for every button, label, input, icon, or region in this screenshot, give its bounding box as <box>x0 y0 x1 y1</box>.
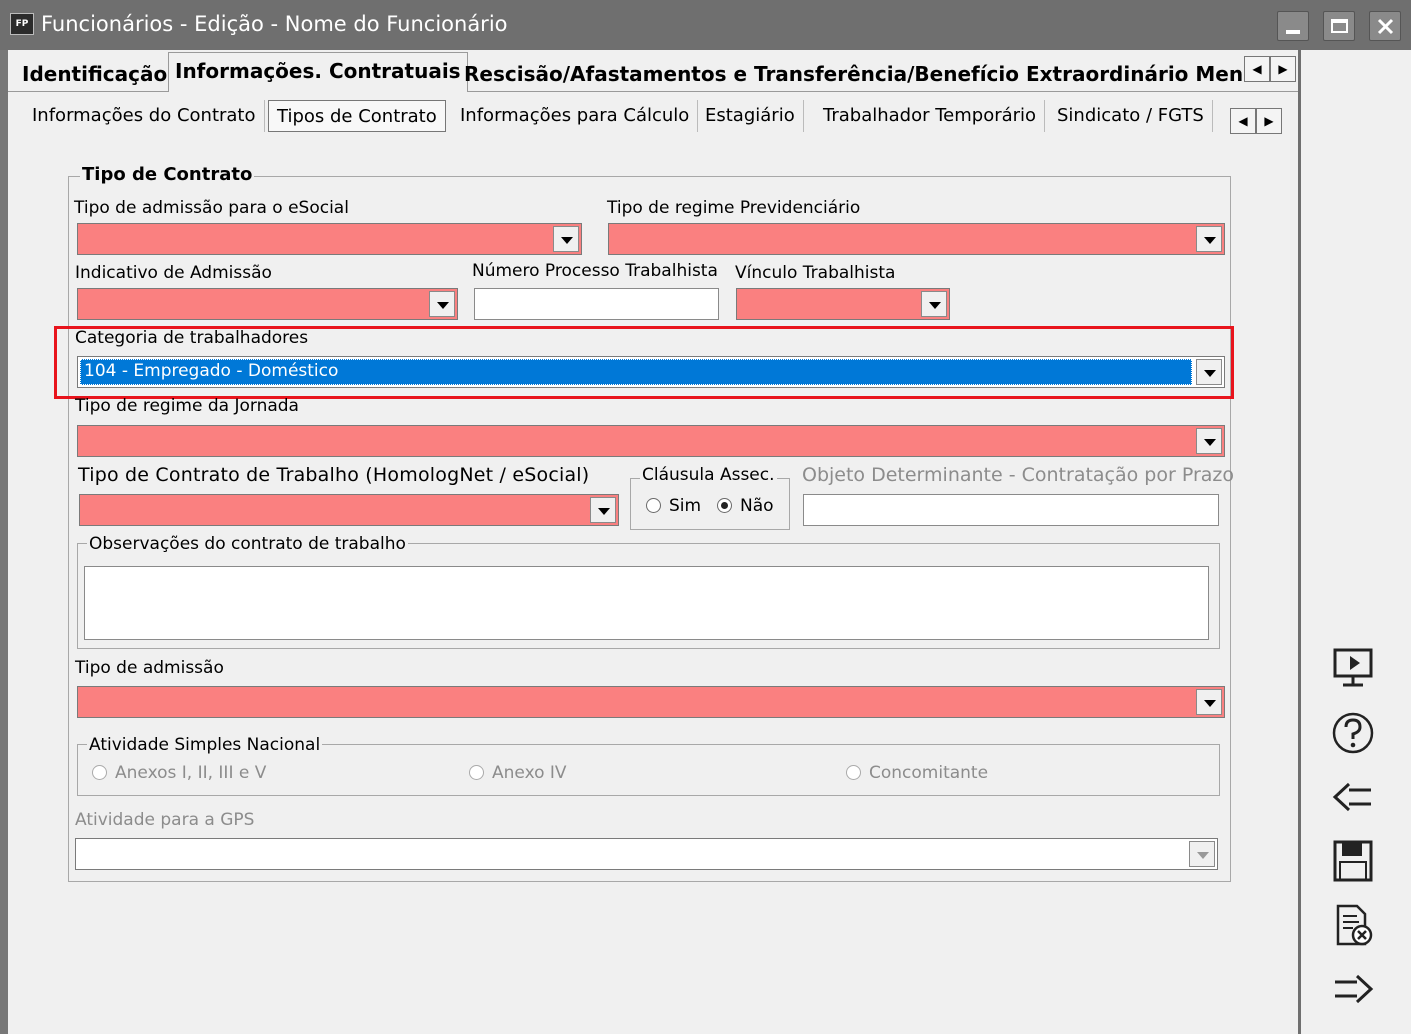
side-toolbar <box>1298 50 1411 1034</box>
admission-indicator-select[interactable] <box>77 288 458 320</box>
sub-tabs-scroll-left[interactable]: ◀ <box>1230 108 1256 134</box>
chevron-down-icon[interactable] <box>1196 689 1222 715</box>
tab-rescisao[interactable]: Rescisão/Afastamentos e Transferência/Be… <box>458 56 1281 90</box>
tab-estagiario[interactable]: Estagiário <box>697 100 804 132</box>
labor-bond-label: Vínculo Trabalhista <box>735 263 896 283</box>
main-tabs-scroll-right[interactable]: ▶ <box>1270 56 1296 82</box>
labor-process-input[interactable] <box>474 288 719 320</box>
worker-category-label: Categoria de trabalhadores <box>75 328 309 348</box>
clause-yes-radio[interactable]: Sim <box>646 496 701 516</box>
social-security-regime-select[interactable] <box>608 223 1225 255</box>
labor-bond-select[interactable] <box>736 288 950 320</box>
contract-type-select[interactable] <box>79 494 619 526</box>
radio-unchecked-icon <box>469 765 484 780</box>
determining-object-input[interactable] <box>803 494 1219 526</box>
social-security-regime-label: Tipo de regime Previdenciário <box>607 198 861 218</box>
radio-unchecked-icon <box>846 765 861 780</box>
clause-no-radio[interactable]: Não <box>717 496 774 516</box>
admission-esocial-select[interactable] <box>77 223 582 255</box>
simples-option-anexos[interactable]: Anexos I, II, III e V <box>92 763 266 783</box>
sub-tabs-scroll-right[interactable]: ▶ <box>1256 108 1282 134</box>
workday-regime-label: Tipo de regime da Jornada <box>75 396 299 416</box>
monitor-icon[interactable] <box>1329 646 1377 692</box>
sub-tab-strip: Informações do Contrato Tipos de Contrat… <box>8 92 1298 140</box>
window-left-border <box>0 50 8 1034</box>
admission-type-select[interactable] <box>77 686 1225 718</box>
determining-object-label: Objeto Determinante - Contratação por Pr… <box>802 464 1235 486</box>
tab-sindicato-fgts[interactable]: Sindicato / FGTS <box>1049 100 1213 132</box>
chevron-down-icon[interactable] <box>1196 428 1222 454</box>
cancel-document-icon[interactable] <box>1329 902 1377 948</box>
chevron-down-icon[interactable] <box>590 497 616 523</box>
main-tab-strip: Identificação Informações. Contratuais R… <box>8 50 1298 92</box>
chevron-down-icon[interactable] <box>429 291 455 317</box>
labor-process-label: Número Processo Trabalhista <box>472 261 718 281</box>
simples-option-anexo-iv[interactable]: Anexo IV <box>469 763 567 783</box>
contract-type-label: Tipo de Contrato de Trabalho (HomologNet… <box>78 464 590 486</box>
tab-identificacao[interactable]: Identificação <box>16 56 173 90</box>
maximize-button[interactable] <box>1323 11 1355 41</box>
main-panel: Identificação Informações. Contratuais R… <box>8 50 1298 1034</box>
group-title: Tipo de Contrato <box>80 164 255 185</box>
simples-title: Atividade Simples Nacional <box>87 735 323 755</box>
tab-informacoes-contrato[interactable]: Informações do Contrato <box>24 100 265 132</box>
forward-arrow-icon[interactable] <box>1329 966 1377 1012</box>
gps-activity-select[interactable] <box>75 838 1218 870</box>
tab-informacoes-contratuais[interactable]: Informações. Contratuais <box>168 52 468 92</box>
save-icon[interactable] <box>1329 838 1377 884</box>
observations-textarea[interactable] <box>84 566 1209 640</box>
radio-unchecked-icon <box>646 498 661 513</box>
chevron-down-icon[interactable] <box>1196 226 1222 252</box>
gps-activity-label: Atividade para a GPS <box>75 810 255 830</box>
radio-checked-icon <box>717 498 732 513</box>
radio-unchecked-icon <box>92 765 107 780</box>
tab-informacoes-calculo[interactable]: Informações para Cálculo <box>452 100 699 132</box>
chevron-down-icon[interactable] <box>1196 359 1222 385</box>
chevron-down-icon[interactable] <box>921 291 947 317</box>
chevron-down-icon[interactable] <box>1189 841 1215 867</box>
help-icon[interactable] <box>1329 710 1377 756</box>
tab-trabalhador-temporario[interactable]: Trabalhador Temporário <box>815 100 1046 132</box>
window-title: Funcionários - Edição - Nome do Funcioná… <box>41 12 508 36</box>
app-icon: FP <box>10 13 34 35</box>
close-button[interactable] <box>1369 11 1401 41</box>
title-bar: FP Funcionários - Edição - Nome do Funci… <box>0 0 1411 50</box>
tab-tipos-contrato[interactable]: Tipos de Contrato <box>268 100 446 132</box>
admission-esocial-label: Tipo de admissão para o eSocial <box>74 198 349 218</box>
worker-category-select[interactable]: 104 - Empregado - Doméstico <box>77 356 1225 388</box>
clause-title: Cláusula Assec. <box>640 465 777 485</box>
worker-category-value: 104 - Empregado - Doméstico <box>84 361 339 381</box>
admission-type-label: Tipo de admissão <box>75 658 224 678</box>
observations-title: Observações do contrato de trabalho <box>87 534 408 554</box>
main-tabs-scroll-left[interactable]: ◀ <box>1244 56 1270 82</box>
simples-option-concomitante[interactable]: Concomitante <box>846 763 988 783</box>
admission-indicator-label: Indicativo de Admissão <box>75 263 272 283</box>
back-arrow-icon[interactable] <box>1329 774 1377 820</box>
workday-regime-select[interactable] <box>77 425 1225 457</box>
minimize-button[interactable] <box>1277 11 1309 41</box>
chevron-down-icon[interactable] <box>553 226 579 252</box>
